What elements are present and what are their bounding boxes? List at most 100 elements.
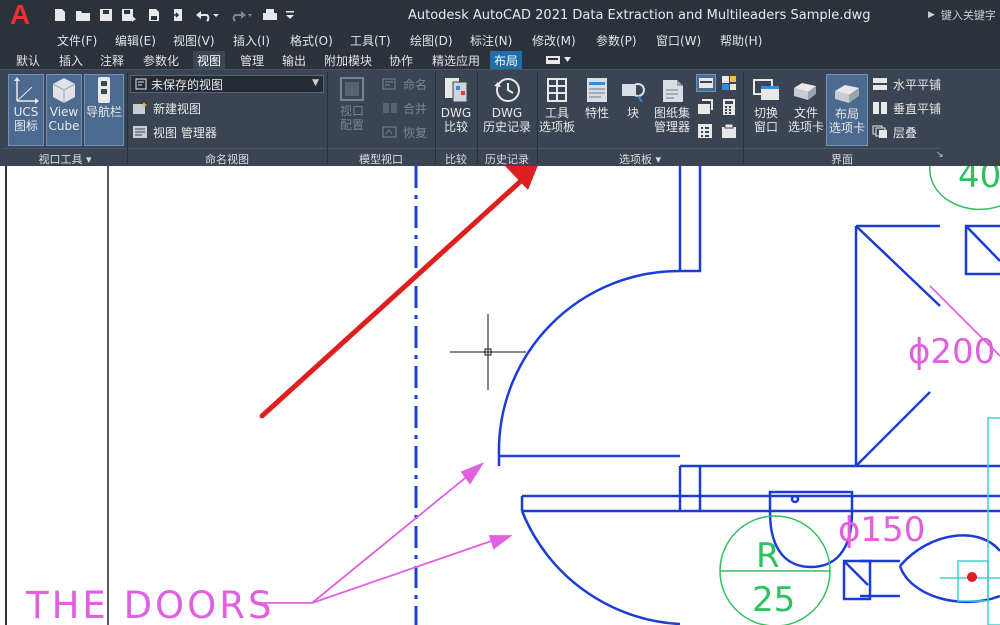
tab-layout[interactable]: 布局 xyxy=(490,51,523,69)
annotation-arrow-icon xyxy=(259,166,538,419)
menu-format[interactable]: 格式(O) xyxy=(290,32,333,49)
switch-windows-icon xyxy=(753,79,779,100)
new-view-icon xyxy=(133,102,147,114)
properties-icon xyxy=(587,78,607,102)
drawing-geometry xyxy=(5,166,1000,625)
cascade-button[interactable]: 层叠 xyxy=(872,123,917,141)
view-manager-icon xyxy=(133,126,147,138)
save-as-icon[interactable] xyxy=(120,7,138,23)
menu-edit[interactable]: 编辑(E) xyxy=(115,32,156,49)
interface-group-title: 界面 xyxy=(744,148,940,166)
tile-vertical-button[interactable]: 垂直平铺 xyxy=(872,99,941,117)
menu-modify[interactable]: 修改(M) xyxy=(532,32,576,49)
tab-featured-apps[interactable]: 精选应用 xyxy=(428,51,484,69)
menu-dimension[interactable]: 标注(N) xyxy=(470,32,512,49)
ribbon-display-options-icon[interactable] xyxy=(545,53,575,66)
search-input[interactable]: ▶ 键入关键字 xyxy=(928,6,1000,24)
layout-tabs-button[interactable]: 布局 选项卡 xyxy=(826,74,868,146)
tile-horizontal-button[interactable]: 水平平铺 xyxy=(872,75,941,93)
tool-palettes-icon xyxy=(547,78,567,102)
menu-insert[interactable]: 插入(I) xyxy=(233,32,270,49)
navigation-bar-icon xyxy=(98,77,110,103)
markup-set-manager-icon[interactable] xyxy=(696,122,714,140)
door-geometry xyxy=(497,166,1000,625)
tab-collaborate[interactable]: 协作 xyxy=(385,51,417,69)
redo-icon[interactable] xyxy=(228,7,254,23)
properties-button[interactable]: 特性 xyxy=(580,74,614,146)
save-icon[interactable] xyxy=(98,7,114,23)
menu-help[interactable]: 帮助(H) xyxy=(720,32,762,49)
tab-annotate[interactable]: 注释 xyxy=(96,51,128,69)
tab-insert[interactable]: 插入 xyxy=(55,51,87,69)
join-viewports-button[interactable]: 合并 xyxy=(382,99,427,117)
restore-viewports-icon xyxy=(382,126,397,138)
view-manager-button[interactable]: 视图 管理器 xyxy=(132,123,217,141)
viewport-config-button[interactable]: 视口 配置 xyxy=(334,74,370,146)
calculator-icon[interactable] xyxy=(720,98,738,116)
publish-icon[interactable] xyxy=(170,7,186,23)
sheet-set-manager-icon xyxy=(663,80,683,102)
sheet-set-manager-button[interactable]: 图纸集 管理器 xyxy=(652,74,692,146)
plot-icon[interactable] xyxy=(146,7,162,23)
cyan-geometry xyxy=(940,417,1000,625)
menu-draw[interactable]: 绘图(D) xyxy=(410,32,453,49)
tab-default[interactable]: 默认 xyxy=(12,51,44,69)
restore-viewports-button[interactable]: 恢复 xyxy=(382,123,427,141)
viewcube-icon xyxy=(52,78,76,103)
compare-group-title: 比较 xyxy=(436,148,476,166)
dwg-compare-button[interactable]: DWG 比较 xyxy=(438,74,474,146)
named-views-group-title: 命名视图 xyxy=(128,148,326,166)
viewport-tools-group-title[interactable]: 视口工具 ▾ xyxy=(4,148,126,166)
open-file-icon[interactable] xyxy=(74,7,92,23)
dimension-text: 25 xyxy=(752,580,796,620)
tab-parametric[interactable]: 参数化 xyxy=(139,51,183,69)
drawing-label-text: THE DOORS xyxy=(26,584,275,625)
ucs-icon-button[interactable]: UCS 图标 xyxy=(8,74,44,146)
cascade-icon xyxy=(872,125,887,138)
dimension-text: ϕ200 xyxy=(908,332,996,372)
name-viewport-button[interactable]: 命名 xyxy=(382,75,427,93)
tab-output[interactable]: 输出 xyxy=(278,51,310,69)
switch-windows-button[interactable]: 切换 窗口 xyxy=(746,74,786,146)
undo-icon[interactable] xyxy=(194,7,220,23)
tool-palettes-button[interactable]: 工具 选项板 xyxy=(538,74,576,146)
dialog-launcher-icon[interactable]: ↘ xyxy=(936,150,944,160)
model-viewports-group-title: 模型视口 xyxy=(328,148,434,166)
dwg-history-icon xyxy=(494,78,520,102)
menu-tools[interactable]: 工具(T) xyxy=(350,32,391,49)
tab-addins[interactable]: 附加模块 xyxy=(320,51,376,69)
external-references-icon[interactable] xyxy=(696,98,714,116)
block-button[interactable]: 块 xyxy=(616,74,650,146)
customize-quick-access-icon[interactable] xyxy=(284,7,296,23)
menu-parametric[interactable]: 参数(P) xyxy=(596,32,637,49)
new-view-button[interactable]: 新建视图 xyxy=(132,99,201,117)
ucs-icon xyxy=(14,77,39,104)
menu-window[interactable]: 窗口(W) xyxy=(656,32,701,49)
leader-lines xyxy=(256,285,1000,604)
command-line-toggle-icon[interactable] xyxy=(696,74,716,92)
menu-view[interactable]: 视图(V) xyxy=(173,32,215,49)
dwg-history-button[interactable]: DWG 历史记录 xyxy=(480,74,534,146)
history-group-title: 历史记录 xyxy=(478,148,536,166)
ribbon-panel: UCS 图标 View Cube 导航栏 视口工具 ▾ 未保存的视图 ▼ 新建视… xyxy=(0,69,1000,166)
design-center-icon[interactable] xyxy=(720,74,738,92)
print-icon[interactable] xyxy=(260,7,280,23)
dwg-compare-icon xyxy=(445,78,468,103)
tab-manage[interactable]: 管理 xyxy=(236,51,268,69)
drawing-canvas[interactable]: THE DOORS 40 ϕ200 ϕ150 R 25 xyxy=(0,166,1000,625)
expand-search-icon[interactable]: ▶ xyxy=(928,10,935,20)
dimension-text: 40 xyxy=(958,166,1000,196)
autocad-logo-icon[interactable]: A xyxy=(10,1,42,29)
materials-browser-icon[interactable] xyxy=(720,122,738,140)
dimension-text: ϕ150 xyxy=(838,510,926,550)
file-tabs-icon xyxy=(794,83,816,100)
palettes-group-title[interactable]: 选项板 ▾ xyxy=(538,148,742,166)
menu-file[interactable]: 文件(F) xyxy=(57,32,97,49)
viewport-config-icon xyxy=(340,77,364,101)
saved-view-select[interactable]: 未保存的视图 ▼ xyxy=(130,75,324,93)
navigation-bar-button[interactable]: 导航栏 xyxy=(84,74,124,146)
file-tabs-button[interactable]: 文件 选项卡 xyxy=(786,74,826,146)
new-file-icon[interactable] xyxy=(52,7,68,23)
viewcube-button[interactable]: View Cube xyxy=(46,74,82,146)
tab-view[interactable]: 视图 xyxy=(193,51,226,69)
